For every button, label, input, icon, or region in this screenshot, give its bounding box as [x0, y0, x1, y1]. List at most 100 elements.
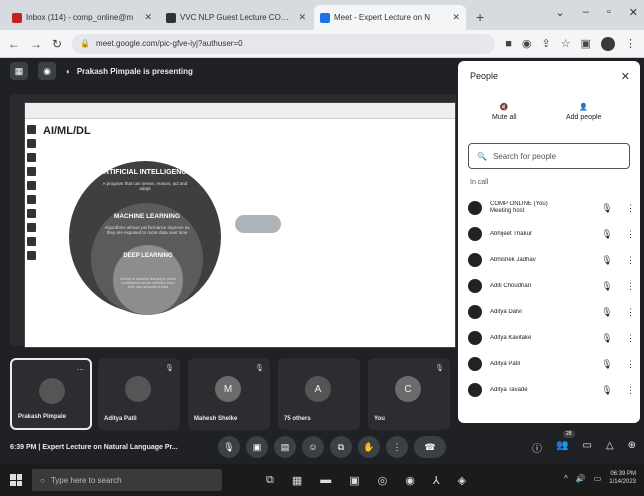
back-icon[interactable]: ←	[8, 37, 20, 51]
lock-icon[interactable]: ⊕	[628, 440, 636, 455]
url-field[interactable]: 🔒 meet.google.com/pic-gfve-iyj?authuser=…	[72, 33, 496, 54]
video-tile[interactable]: A 75 others	[278, 358, 360, 430]
mic-off-icon[interactable]: 🎙	[596, 203, 618, 214]
camera-icon[interactable]: ■	[505, 38, 512, 50]
widgets-icon[interactable]: ▦	[292, 474, 302, 487]
video-tile[interactable]: 🎙 M Mahesh Shelke	[188, 358, 270, 430]
video-tile[interactable]: 🎙 C You	[368, 358, 450, 430]
avatar	[468, 279, 482, 293]
participant-row[interactable]: Aditya Patil 🎙 ⋮	[468, 351, 635, 377]
meet-top-bar: ▦ ◉ ◐ Prakash Pimpale is presenting	[10, 62, 193, 80]
taskbar-search-input[interactable]: ○ Type here to search	[32, 469, 222, 491]
tab-classroom[interactable]: VVC NLP Guest Lecture COMP / L ✕	[160, 5, 312, 30]
participant-row[interactable]: COMP ONLINE (You) Meeting host 🎙 ⋮	[468, 195, 635, 221]
camera-icon[interactable]: ▣	[246, 436, 268, 458]
search-icon: ○	[40, 475, 45, 485]
mic-off-icon[interactable]: 🎙	[596, 359, 618, 370]
people-icon[interactable]: 👥	[556, 440, 568, 455]
chat-icon[interactable]: ▭	[582, 440, 591, 455]
mute-all-button[interactable]: 🔇 Mute all	[492, 103, 517, 121]
more-options-icon[interactable]: ⋮	[626, 385, 635, 396]
forward-icon[interactable]: →	[30, 37, 42, 51]
present-icon: ◐	[66, 66, 71, 76]
chevron-up-icon[interactable]: ^	[564, 474, 568, 483]
avatar: M	[215, 376, 241, 402]
participant-row[interactable]: Aditya Dalvi 🎙 ⋮	[468, 299, 635, 325]
mic-off-icon[interactable]: 🎙	[596, 281, 618, 292]
avatar	[468, 253, 482, 267]
more-options-icon[interactable]: ⋮	[386, 436, 408, 458]
url-text: meet.google.com/pic-gfve-iyj?authuser=0	[96, 39, 243, 48]
screen: Inbox (114) - comp_online@m ✕ VVC NLP Gu…	[0, 0, 644, 496]
mic-off-icon[interactable]: 🎙	[596, 229, 618, 240]
menu-icon[interactable]: ⋮	[625, 37, 636, 50]
chrome-icon[interactable]: ◉	[405, 474, 415, 487]
emoji-icon[interactable]: ☺	[302, 436, 324, 458]
info-icon[interactable]: ⓘ	[532, 440, 542, 455]
more-options-icon[interactable]: ⋮	[626, 255, 635, 266]
windows-start-icon[interactable]	[10, 474, 22, 486]
add-people-button[interactable]: 👤 Add people	[566, 103, 601, 121]
raise-hand-icon[interactable]: ✋	[358, 436, 380, 458]
grid-icon[interactable]: ▦	[10, 62, 28, 80]
avatar	[468, 357, 482, 371]
activities-icon[interactable]: △	[606, 440, 614, 455]
minimize-icon[interactable]: –	[583, 6, 589, 19]
more-options-icon[interactable]: ⋮	[626, 281, 635, 292]
volume-icon[interactable]: 🔊	[576, 474, 586, 483]
more-options-icon[interactable]: ⋮	[626, 333, 635, 344]
more-options-icon[interactable]: ⋮	[626, 203, 635, 214]
mic-off-icon[interactable]: 🎙	[596, 255, 618, 266]
video-tile[interactable]: 🎙 Aditya Patil	[98, 358, 180, 430]
close-tab-icon[interactable]: ✕	[298, 12, 306, 23]
reload-icon[interactable]: ↻	[52, 37, 62, 51]
call-controls: 🎙 ▣ ▤ ☺ ⧉ ✋ ⋮ ☎	[218, 436, 446, 458]
close-window-icon[interactable]: ✕	[629, 6, 638, 19]
star-icon[interactable]: ☆	[561, 37, 571, 50]
people-search-input[interactable]: 🔍 Search for people	[468, 143, 630, 169]
file-explorer-icon[interactable]: ▬	[320, 474, 331, 487]
captions-icon[interactable]: ▤	[274, 436, 296, 458]
share-icon[interactable]: ⇪	[542, 37, 551, 50]
more-options-icon[interactable]: ⋮	[626, 307, 635, 318]
avatar[interactable]	[601, 36, 615, 51]
close-icon[interactable]: ✕	[621, 70, 630, 83]
more-options-icon[interactable]: ⋯	[77, 366, 84, 374]
maximize-icon[interactable]: ▫	[607, 6, 611, 19]
more-options-icon[interactable]: ⋮	[626, 229, 635, 240]
mic-off-icon[interactable]: 🎙	[596, 307, 618, 318]
video-tile[interactable]: ⋯ Prakash Pimpale	[10, 358, 92, 430]
participant-row[interactable]: Aditya Tavade 🎙 ⋮	[468, 377, 635, 403]
store-icon[interactable]: ▣	[349, 474, 359, 487]
record-icon[interactable]: ◉	[38, 62, 56, 80]
tab-meet[interactable]: Meet - Expert Lecture on N ✕	[314, 5, 466, 30]
acrobat-icon[interactable]: ⅄	[433, 474, 440, 487]
tool-icon	[27, 195, 36, 204]
task-view-icon[interactable]: ⧉	[266, 474, 274, 487]
participant-row[interactable]: Aditya Kavitake 🎙 ⋮	[468, 325, 635, 351]
new-tab-button[interactable]: +	[468, 9, 492, 30]
participant-row[interactable]: Abhishek Jadhav 🎙 ⋮	[468, 247, 635, 273]
network-icon[interactable]: ▭	[594, 474, 602, 483]
mic-off-icon[interactable]: 🎙	[596, 385, 618, 396]
mic-icon[interactable]: 🎙	[218, 436, 240, 458]
present-icon[interactable]: ⧉	[330, 436, 352, 458]
close-tab-icon[interactable]: ✕	[144, 12, 152, 23]
mic-off-icon[interactable]: 🎙	[596, 333, 618, 344]
tab-gmail[interactable]: Inbox (114) - comp_online@m ✕	[6, 5, 158, 30]
pointer-overlay	[235, 215, 281, 233]
end-call-button[interactable]: ☎	[414, 436, 446, 458]
lock-icon: 🔒	[80, 39, 91, 48]
close-tab-icon[interactable]: ✕	[452, 12, 460, 23]
clock[interactable]: 06:39 PM 1/14/2023	[609, 470, 636, 486]
people-panel: People ✕ 🔇 Mute all 👤 Add people 🔍 Searc…	[458, 61, 640, 423]
app-icon[interactable]: ◈	[458, 474, 466, 487]
extensions-icon[interactable]: ▣	[581, 37, 591, 50]
slide-toolbar	[27, 125, 37, 260]
chevron-down-icon[interactable]: ⌄	[556, 6, 565, 19]
participant-row[interactable]: Aditi Choudhari 🎙 ⋮	[468, 273, 635, 299]
more-options-icon[interactable]: ⋮	[626, 359, 635, 370]
location-icon[interactable]: ◉	[522, 37, 532, 50]
chrome-icon[interactable]: ◎	[378, 474, 388, 487]
participant-row[interactable]: Abhijeet Thakur 🎙 ⋮	[468, 221, 635, 247]
